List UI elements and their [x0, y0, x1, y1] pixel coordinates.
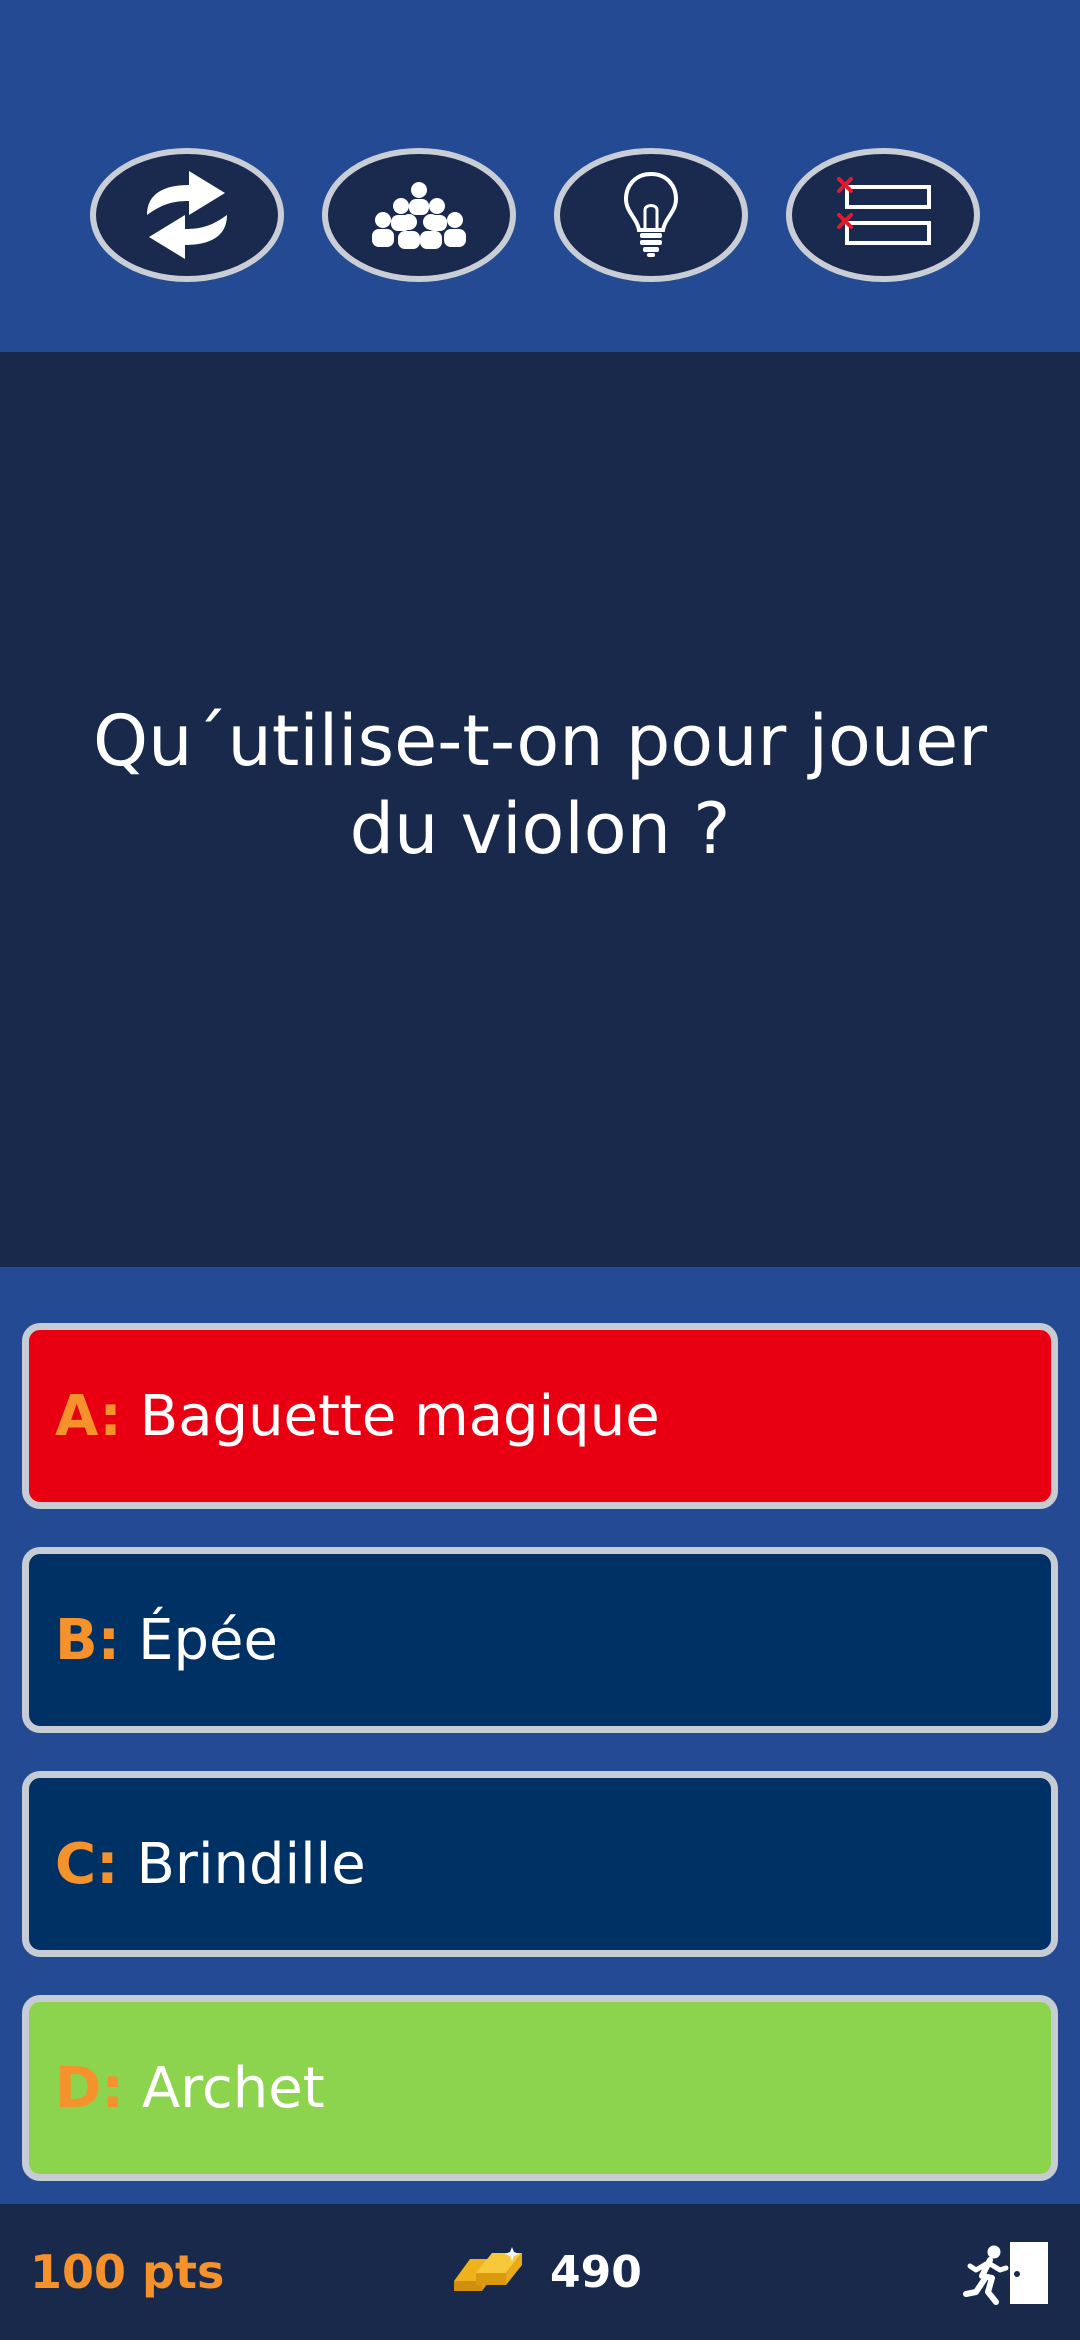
answer-text: Archet	[141, 2055, 325, 2121]
points-score: 100 pts	[30, 2245, 225, 2299]
question-panel: Qu´utilise-t-on pour jouer du violon ?	[0, 352, 1080, 1267]
answer-letter: C:	[55, 1831, 119, 1897]
answers-list: A: Baguette magique B: Épée C: Brindille…	[0, 1267, 1080, 2204]
audience-icon	[372, 182, 466, 249]
swap-arrows-icon	[147, 171, 227, 259]
answer-text: Épée	[138, 1607, 278, 1673]
answer-letter: B:	[55, 1607, 121, 1673]
switch-question-button[interactable]	[90, 148, 284, 282]
gold-bars-icon	[454, 2247, 522, 2291]
answer-letter: A:	[55, 1383, 122, 1449]
answer-b-button[interactable]: B: Épée	[22, 1547, 1058, 1733]
audience-button[interactable]	[322, 148, 516, 282]
answer-letter: D:	[55, 2055, 124, 2121]
exit-button[interactable]	[960, 2240, 1052, 2306]
question-text: Qu´utilise-t-on pour jouer du violon ?	[92, 699, 987, 870]
answer-a-button[interactable]: A: Baguette magique	[22, 1323, 1058, 1509]
fifty-fifty-icon	[837, 177, 931, 245]
lightbulb-icon	[623, 171, 679, 257]
answer-d-button[interactable]: D: Archet	[22, 1995, 1058, 2181]
answer-text: Baguette magique	[139, 1383, 660, 1449]
footer-bar: 100 pts 490	[0, 2204, 1080, 2340]
gold-counter: 490	[450, 2204, 642, 2340]
fifty-fifty-button[interactable]	[786, 148, 980, 282]
answer-text: Brindille	[136, 1831, 366, 1897]
gold-count: 490	[550, 2246, 642, 2298]
answer-c-button[interactable]: C: Brindille	[22, 1771, 1058, 1957]
exit-door-icon	[963, 2242, 1048, 2305]
lifelines-bar	[0, 0, 1080, 352]
hint-button[interactable]	[554, 148, 748, 282]
